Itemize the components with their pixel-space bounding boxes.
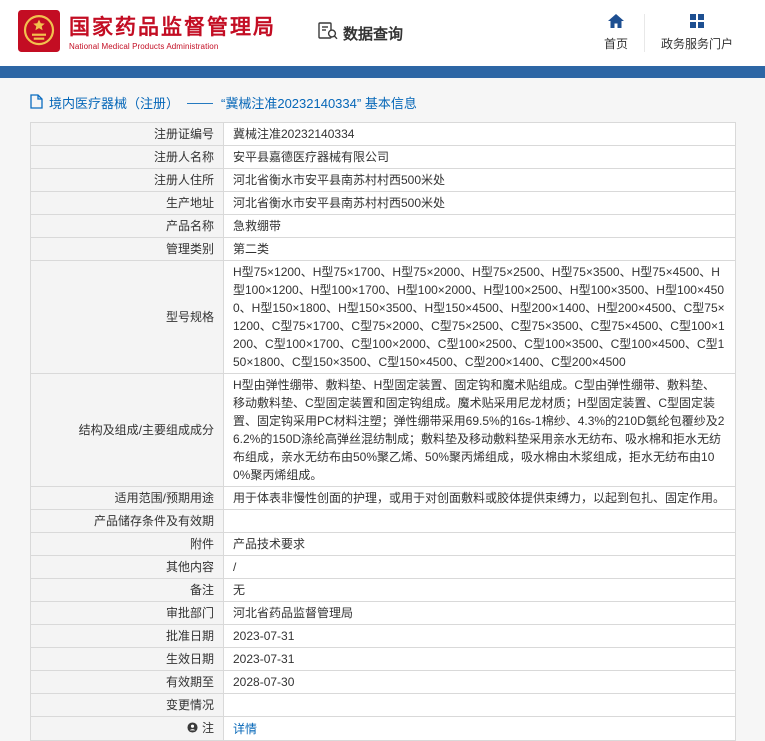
row-value: 2028-07-30 [224,671,736,694]
row-value: H型由弹性绷带、敷料垫、H型固定装置、固定钩和魔术贴组成。C型由弹性绷带、敷料垫… [224,374,736,487]
table-row: 产品储存条件及有效期 [31,510,736,533]
row-value: 河北省衡水市安平县南苏村村西500米处 [224,169,736,192]
row-value [224,694,736,717]
info-table: 注册证编号冀械注准20232140334注册人名称安平县嘉德医疗器械有限公司注册… [30,122,736,741]
table-row: 适用范围/预期用途用于体表非慢性创面的护理，或用于对创面敷料或胶体提供束缚力，以… [31,487,736,510]
row-label: 生产地址 [31,192,224,215]
table-row: 有效期至2028-07-30 [31,671,736,694]
table-row: 产品名称急救绷带 [31,215,736,238]
detail-link[interactable]: 详情 [233,722,257,736]
table-row: 结构及组成/主要组成成分H型由弹性绷带、敷料垫、H型固定装置、固定钩和魔术贴组成… [31,374,736,487]
note-icon [187,720,198,738]
nmpa-emblem-logo [18,10,60,57]
table-row: 注册人名称安平县嘉德医疗器械有限公司 [31,146,736,169]
table-row: 注册人住所河北省衡水市安平县南苏村村西500米处 [31,169,736,192]
row-label: 管理类别 [31,238,224,261]
row-label: 审批部门 [31,602,224,625]
row-label: 注册证编号 [31,123,224,146]
nav-home[interactable]: 首页 [588,14,644,52]
row-label: 适用范围/预期用途 [31,487,224,510]
org-names: 国家药品监督管理局 National Medical Products Admi… [69,16,276,51]
data-query-label: 数据查询 [343,23,403,44]
document-icon [30,94,43,112]
home-icon [608,14,624,31]
breadcrumb-separator: —— [187,95,213,110]
header-divider-bar [0,66,765,78]
row-label: 变更情况 [31,694,224,717]
info-table-body: 注册证编号冀械注准20232140334注册人名称安平县嘉德医疗器械有限公司注册… [31,123,736,741]
row-value: 产品技术要求 [224,533,736,556]
table-row: 审批部门河北省药品监督管理局 [31,602,736,625]
row-label: 产品名称 [31,215,224,238]
row-value: 冀械注准20232140334 [224,123,736,146]
table-row: 变更情况 [31,694,736,717]
table-row: 附件产品技术要求 [31,533,736,556]
breadcrumb-section-link[interactable]: 境内医疗器械（注册） [49,93,179,112]
data-query-icon [318,22,338,44]
table-row: 注详情 [31,717,736,741]
row-label: 注册人住所 [31,169,224,192]
data-query-title: 数据查询 [318,22,403,44]
portal-grid-icon [690,14,704,31]
nav-home-label: 首页 [604,35,628,52]
table-row: 生效日期2023-07-31 [31,648,736,671]
row-value: 河北省药品监督管理局 [224,602,736,625]
header-nav: 首页 政务服务门户 [588,14,749,52]
table-row: 注册证编号冀械注准20232140334 [31,123,736,146]
table-row: 型号规格H型75×1200、H型75×1700、H型75×2000、H型75×2… [31,261,736,374]
row-value: 详情 [224,717,736,741]
row-label: 其他内容 [31,556,224,579]
row-label: 生效日期 [31,648,224,671]
row-label: 型号规格 [31,261,224,374]
site-header: 国家药品监督管理局 National Medical Products Admi… [0,0,765,66]
table-row: 其他内容/ [31,556,736,579]
row-label: 附件 [31,533,224,556]
row-label: 产品储存条件及有效期 [31,510,224,533]
table-row: 生产地址河北省衡水市安平县南苏村村西500米处 [31,192,736,215]
breadcrumb-current: “冀械注准20232140334” 基本信息 [221,93,417,112]
nav-portal[interactable]: 政务服务门户 [644,14,749,52]
table-row: 管理类别第二类 [31,238,736,261]
row-value: 第二类 [224,238,736,261]
row-value: 安平县嘉德医疗器械有限公司 [224,146,736,169]
nav-portal-label: 政务服务门户 [661,35,733,52]
main-content: 境内医疗器械（注册） —— “冀械注准20232140334” 基本信息 注册证… [0,93,765,741]
row-label: 注 [31,717,224,741]
row-label: 有效期至 [31,671,224,694]
table-row: 批准日期2023-07-31 [31,625,736,648]
org-name-cn: 国家药品监督管理局 [69,16,276,40]
row-label: 结构及组成/主要组成成分 [31,374,224,487]
row-label: 备注 [31,579,224,602]
table-row: 备注无 [31,579,736,602]
logo-group: 国家药品监督管理局 National Medical Products Admi… [18,10,276,57]
row-value: 急救绷带 [224,215,736,238]
breadcrumb: 境内医疗器械（注册） —— “冀械注准20232140334” 基本信息 [30,93,765,112]
row-label: 注册人名称 [31,146,224,169]
row-value: 河北省衡水市安平县南苏村村西500米处 [224,192,736,215]
row-value [224,510,736,533]
row-value: 用于体表非慢性创面的护理，或用于对创面敷料或胶体提供束缚力，以起到包扎、固定作用… [224,487,736,510]
row-value: 2023-07-31 [224,625,736,648]
row-value: / [224,556,736,579]
row-value: 2023-07-31 [224,648,736,671]
row-value: H型75×1200、H型75×1700、H型75×2000、H型75×2500、… [224,261,736,374]
org-name-en: National Medical Products Administration [69,42,276,51]
row-value: 无 [224,579,736,602]
row-label: 批准日期 [31,625,224,648]
